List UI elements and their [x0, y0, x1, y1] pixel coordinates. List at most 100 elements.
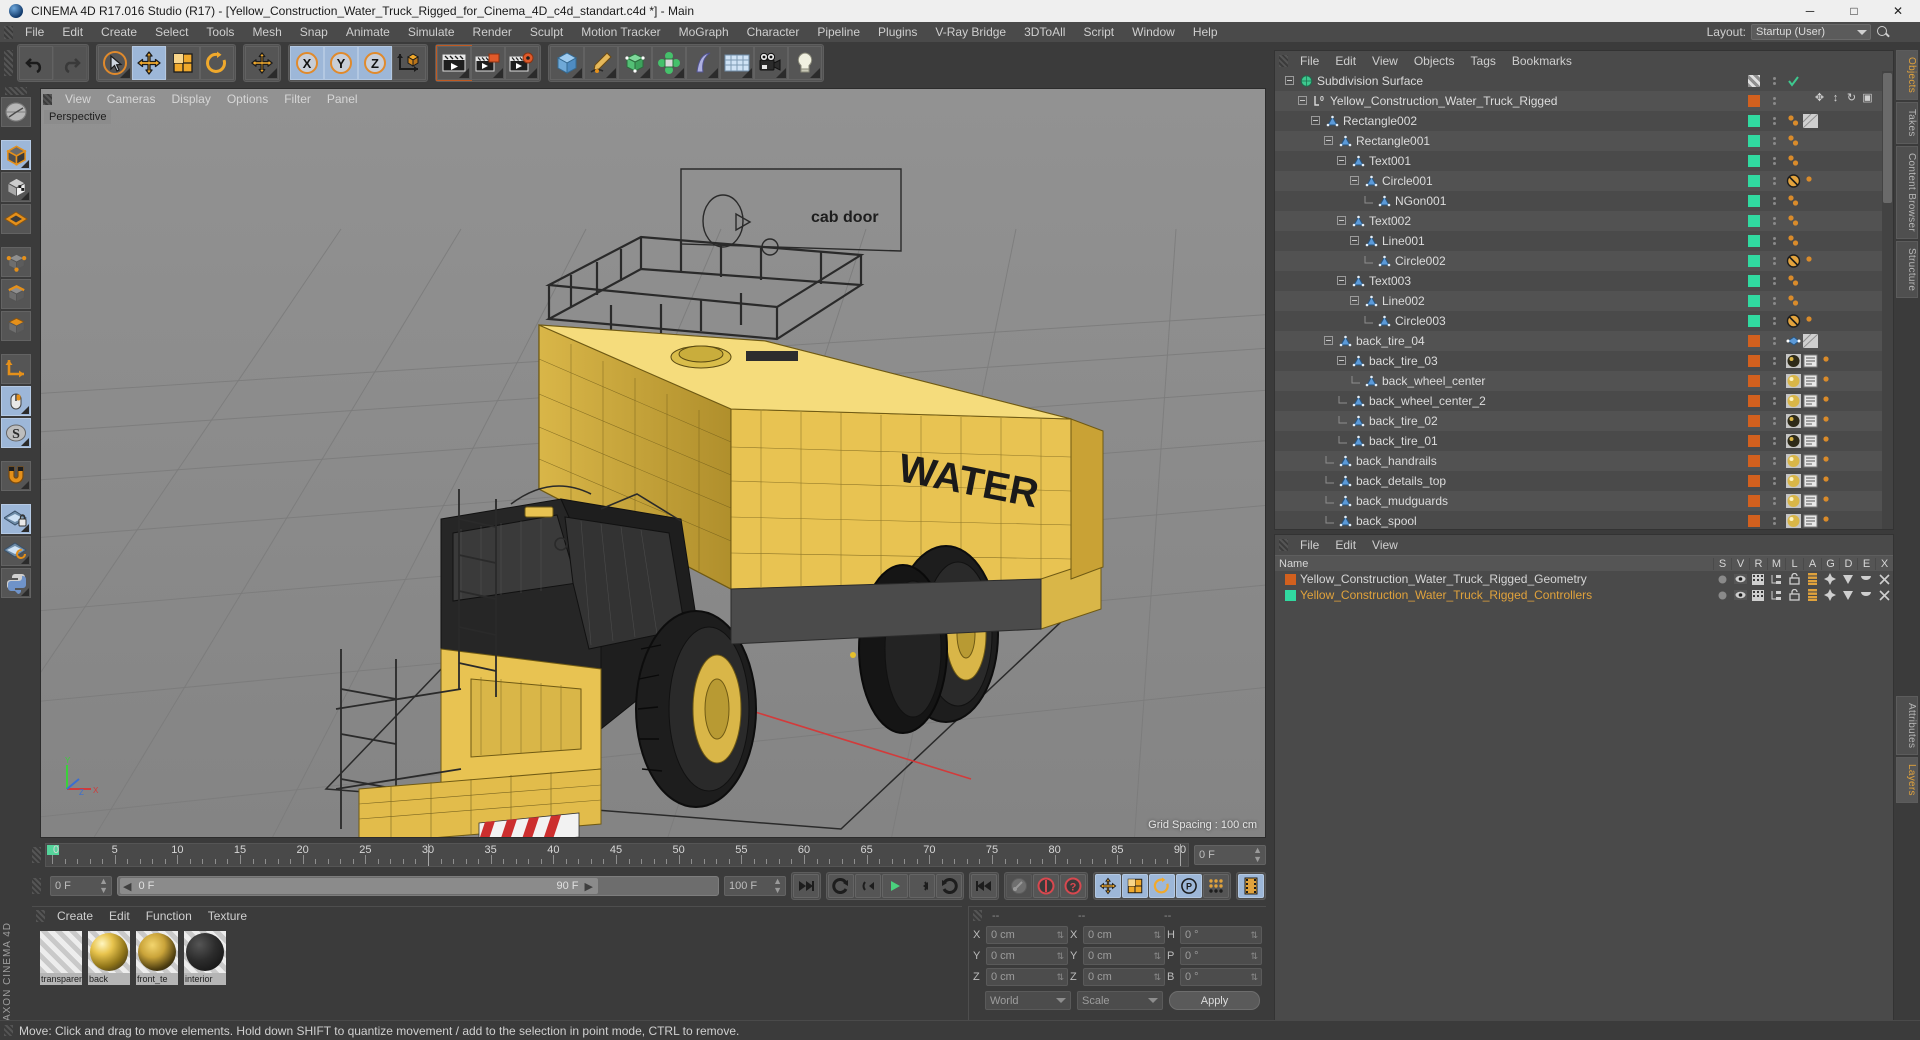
expander-minus-icon[interactable] — [1285, 76, 1296, 86]
menu-animate[interactable]: Animate — [337, 22, 399, 42]
tag-dot-icon[interactable] — [1803, 174, 1818, 189]
object-row[interactable]: Line002 — [1275, 291, 1893, 311]
object-tree[interactable]: Subdivision Surface 0 Yellow_Construction_… — [1275, 71, 1893, 529]
layer-color-swatch[interactable] — [1285, 573, 1296, 585]
edge-tab-attributes[interactable]: Attributes — [1896, 695, 1918, 756]
material-menu-texture[interactable]: Texture — [200, 909, 255, 923]
minimize-button[interactable]: ─ — [1788, 0, 1832, 22]
expander-minus-icon[interactable] — [1311, 116, 1322, 126]
object-manager-grip[interactable] — [1279, 55, 1288, 67]
visibility-dots-icon[interactable] — [1766, 211, 1782, 231]
tag-point-icon[interactable] — [1786, 334, 1801, 349]
visibility-dots-icon[interactable] — [1766, 151, 1782, 171]
object-name-cell[interactable]: back_details_top — [1275, 474, 1446, 488]
material-manager-grip[interactable] — [36, 910, 45, 922]
object-name-cell[interactable]: Rectangle001 — [1275, 134, 1430, 148]
tag-mat-yellow-icon[interactable] — [1786, 493, 1801, 509]
object-manager-scrollbar[interactable] — [1882, 71, 1893, 529]
size-x-input[interactable]: 0 cm ⇅ — [1083, 926, 1165, 944]
object-row[interactable]: Circle002 — [1275, 251, 1893, 271]
tag-mat2-icon[interactable] — [1803, 374, 1818, 389]
apply-button[interactable]: Apply — [1169, 991, 1260, 1010]
object-color-swatch[interactable] — [1748, 275, 1760, 287]
record-active-objects-button[interactable] — [1033, 874, 1059, 898]
object-name-cell[interactable]: Text001 — [1275, 154, 1411, 168]
previous-frame-button[interactable] — [855, 874, 881, 898]
rotate-tool[interactable] — [200, 46, 234, 80]
camera-button[interactable] — [754, 46, 788, 80]
spinner-icon[interactable]: ⇅ — [1153, 930, 1161, 941]
expander-minus-icon[interactable] — [1350, 236, 1361, 246]
spinner-icon[interactable]: ⇅ — [1056, 972, 1064, 983]
layer-toggle-d-icon[interactable] — [1839, 589, 1857, 601]
object-row[interactable]: back_wheel_center_2 — [1275, 391, 1893, 411]
layer-toggle-l-icon[interactable] — [1785, 589, 1803, 601]
expander-minus-icon[interactable] — [1298, 96, 1309, 106]
object-name-cell[interactable]: Circle003 — [1275, 314, 1446, 328]
y-axis-button[interactable]: Y — [324, 46, 358, 80]
rotation-h-input[interactable]: 0 ° ⇅ — [1180, 926, 1262, 944]
lock-workplane-button[interactable] — [1, 504, 31, 534]
viewport-solo-button[interactable] — [1, 386, 31, 416]
object-color-swatch[interactable] — [1748, 75, 1760, 87]
size-y-input[interactable]: 0 cm ⇅ — [1083, 947, 1165, 965]
tag-mat-dark-icon[interactable] — [1786, 433, 1801, 449]
tag-mat-dark-icon[interactable] — [1786, 353, 1801, 369]
visibility-dots-icon[interactable] — [1766, 391, 1782, 411]
go-to-end-button[interactable] — [971, 874, 997, 898]
object-color-swatch[interactable] — [1748, 495, 1760, 507]
visibility-dots-icon[interactable] — [1766, 91, 1782, 111]
material-item[interactable]: interior — [184, 931, 226, 985]
object-color-swatch[interactable] — [1748, 415, 1760, 427]
model-mode-button[interactable] — [1, 140, 31, 170]
keyframe-selection-button[interactable]: ? — [1060, 874, 1086, 898]
menu-snap[interactable]: Snap — [291, 22, 337, 42]
expander-minus-icon[interactable] — [1337, 216, 1348, 226]
object-name-cell[interactable]: NGon001 — [1275, 194, 1446, 208]
visibility-dots-icon[interactable] — [1766, 431, 1782, 451]
material-item[interactable]: transparent — [40, 931, 82, 985]
object-name-cell[interactable]: Line002 — [1275, 294, 1425, 308]
play-button[interactable] — [882, 874, 908, 898]
layer-menu-file[interactable]: File — [1292, 538, 1327, 552]
expander-minus-icon[interactable] — [1337, 356, 1348, 366]
tag-dots-icon[interactable] — [1786, 274, 1801, 289]
visibility-dots-icon[interactable] — [1766, 251, 1782, 271]
spline-pen-button[interactable] — [584, 46, 618, 80]
menu-mograph[interactable]: MoGraph — [670, 22, 738, 42]
visibility-dots-icon[interactable] — [1766, 311, 1782, 331]
points-mode-button[interactable] — [1, 247, 31, 277]
tag-mat2-icon[interactable] — [1803, 494, 1818, 509]
object-name-cell[interactable]: back_handrails — [1275, 454, 1437, 468]
viewport-menu-filter[interactable]: Filter — [276, 92, 319, 106]
spinner-icon[interactable]: ⇅ — [1056, 951, 1064, 962]
workplane-button[interactable] — [1, 204, 31, 234]
scale-key-button[interactable] — [1122, 874, 1148, 898]
layer-name-cell[interactable]: Yellow_Construction_Water_Truck_Rigged_C… — [1275, 588, 1713, 602]
material-item[interactable]: front_te — [136, 931, 178, 985]
viewport-perspective[interactable]: cab door WATER Grid Spacing: 100 cm Y X… — [40, 88, 1266, 838]
rotation-b-input[interactable]: 0 ° ⇅ — [1180, 968, 1262, 986]
layout-select[interactable]: Startup (User) — [1751, 24, 1871, 40]
layer-name-cell[interactable]: Yellow_Construction_Water_Truck_Rigged_G… — [1275, 572, 1713, 586]
object-name-cell[interactable]: Line001 — [1275, 234, 1425, 248]
object-row[interactable]: Subdivision Surface — [1275, 71, 1893, 91]
object-row[interactable]: NGon001 — [1275, 191, 1893, 211]
menu-mesh[interactable]: Mesh — [243, 22, 290, 42]
autokeying-button[interactable] — [1006, 874, 1032, 898]
object-row[interactable]: back_mudguards — [1275, 491, 1893, 511]
visibility-dots-icon[interactable] — [1766, 371, 1782, 391]
tag-dot-icon[interactable] — [1820, 374, 1835, 389]
viewport-menu-cameras[interactable]: Cameras — [99, 92, 164, 106]
object-color-swatch[interactable] — [1748, 195, 1760, 207]
visibility-dots-icon[interactable] — [1766, 191, 1782, 211]
spinner-icon-2[interactable]: ▲ ▼ — [99, 877, 108, 895]
polygons-mode-button[interactable] — [1, 311, 31, 341]
object-row[interactable]: back_tire_02 — [1275, 411, 1893, 431]
object-row[interactable]: back_handrails — [1275, 451, 1893, 471]
tag-dot-icon[interactable] — [1803, 314, 1818, 329]
tag-mat2-icon[interactable] — [1803, 354, 1818, 369]
layer-toggle-v-icon[interactable] — [1731, 574, 1749, 584]
scale-tool[interactable] — [166, 46, 200, 80]
visibility-dots-icon[interactable] — [1766, 271, 1782, 291]
